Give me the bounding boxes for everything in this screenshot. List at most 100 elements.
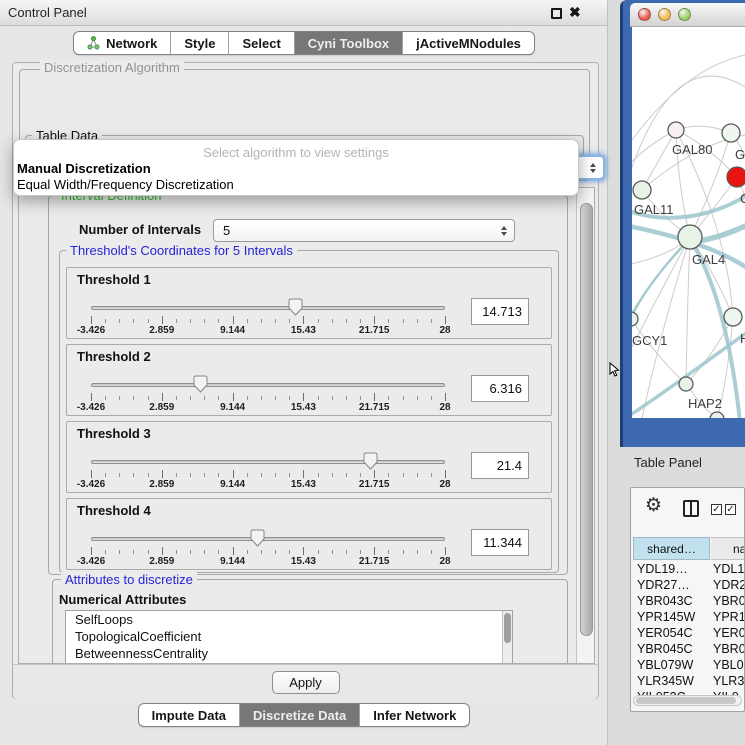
threshold-2-slider-thumb[interactable] [193,375,208,393]
table-row[interactable]: YBR043C YBR0 [633,593,745,609]
table-row[interactable]: YDR27… YDR2 [633,577,745,593]
cell-name[interactable]: YDL1 [713,562,744,576]
network-node-gcy1[interactable] [632,312,638,326]
bottom-tab-infer-network[interactable]: Infer Network [359,704,469,726]
tab-cyni-toolbox[interactable]: Cyni Toolbox [294,32,402,54]
network-node-h[interactable] [724,308,742,326]
slider-ticks [91,547,445,556]
network-node-gal80[interactable] [668,122,684,138]
cell-name[interactable]: YER0 [713,626,745,640]
slider-axis-labels: -3.4262.8599.14415.4321.71528 [91,479,445,491]
threshold-2-value-field[interactable]: 6.316 [471,375,529,402]
cell-shared-name[interactable]: YER054C [637,626,709,640]
threshold-4-value-field[interactable]: 11.344 [471,529,529,556]
column-header-shared-name[interactable]: shared… [633,537,710,560]
close-icon[interactable]: ✖ [569,4,581,21]
mac-close-button[interactable] [638,8,651,21]
float-panel-icon[interactable] [551,8,562,19]
tab-label: jActiveMNodules [416,36,521,51]
combo-arrows-icon [590,163,596,173]
cell-shared-name[interactable]: YLR345W [637,674,709,688]
threshold-1-label: Threshold 1 [77,272,151,287]
mac-zoom-button[interactable] [678,8,691,21]
threshold-4-label: Threshold 4 [77,503,151,518]
table-row[interactable]: YLR345W YLR3 [633,673,745,689]
table-horizontal-scrollbar[interactable] [633,695,742,706]
table-horizontal-scrollbar-thumb[interactable] [636,697,736,704]
algorithm-option-equal-width-frequency-discretization[interactable]: Equal Width/Frequency Discretization [17,177,234,192]
tab-network[interactable]: Network [74,32,170,54]
threshold-1-slider-track[interactable] [91,306,445,310]
apply-bar: Apply [13,664,598,699]
bottom-tab-impute-data[interactable]: Impute Data [139,704,239,726]
apply-button[interactable]: Apply [272,671,340,694]
thresholds-group: Threshold's Coordinates for 5 Intervals … [59,250,559,573]
cell-shared-name[interactable]: YDL19… [637,562,709,576]
slider-axis-labels: -3.4262.8599.14415.4321.71528 [91,402,445,414]
tab-jactivemnodules[interactable]: jActiveMNodules [402,32,534,54]
tab-select[interactable]: Select [228,32,293,54]
cell-name[interactable]: YBR0 [713,594,745,608]
network-node-gal4[interactable] [678,225,702,249]
table-row[interactable]: YDL19… YDL1 [633,561,745,577]
attribute-item-topologicalcoefficient[interactable]: TopologicalCoefficient [66,628,512,645]
threshold-1-value-field[interactable]: 14.713 [471,298,529,325]
number-of-intervals-label: Number of Intervals [79,222,201,237]
tab-style[interactable]: Style [170,32,228,54]
cell-name[interactable]: YDR2 [713,578,745,592]
settings-scrollpane: Interval Definition Number of Intervals … [18,187,595,664]
algorithm-dropdown-popup: Select algorithm to view settings Manual… [13,139,579,196]
network-node-hap2[interactable] [679,377,693,391]
number-of-intervals-combobox[interactable]: 5 [213,219,515,242]
attributes-list-scrollbar[interactable] [502,611,512,664]
attribute-item-betweennesscentrality[interactable]: BetweennessCentrality [66,645,512,662]
attribute-item-selfloops[interactable]: SelfLoops [66,611,512,628]
table-panel-title: Table Panel [634,455,702,470]
cell-shared-name[interactable]: YBR045C [637,642,709,656]
cell-shared-name[interactable]: YBL079W [637,658,709,672]
attributes-list-scrollbar-thumb[interactable] [504,613,511,643]
columns-icon[interactable] [683,500,699,517]
bottom-tab-discretize-data[interactable]: Discretize Data [239,704,359,726]
threshold-3-slider-thumb[interactable] [363,452,378,470]
threshold-2-slider-track[interactable] [91,383,445,387]
network-node-label: GAL80 [672,142,712,157]
table-row[interactable]: YPR145W YPR1 [633,609,745,625]
network-node-c[interactable] [727,167,745,187]
cell-shared-name[interactable]: YPR145W [637,610,709,624]
cell-name[interactable]: YBR0 [713,642,745,656]
threshold-4-slider-thumb[interactable] [250,529,265,547]
table-row[interactable]: YER054C YER0 [633,625,745,641]
table-row[interactable]: YBR045C YBR0 [633,641,745,657]
cell-shared-name[interactable]: YDR27… [637,578,709,592]
algorithm-option-manual-discretization[interactable]: Manual Discretization [17,161,151,176]
threshold-4-slider-track[interactable] [91,537,445,541]
checkbox-icon[interactable]: ✓ [711,504,722,515]
network-window-titlebar [630,3,745,27]
mac-minimize-button[interactable] [658,8,671,21]
network-node-gal11[interactable] [633,181,651,199]
cell-shared-name[interactable]: YBR043C [637,594,709,608]
threshold-3-value-field[interactable]: 21.4 [471,452,529,479]
settings-vertical-scrollbar-thumb[interactable] [580,203,593,636]
cell-name[interactable]: YBL0 [713,658,744,672]
checkbox-icon[interactable]: ✓ [725,504,736,515]
gear-icon[interactable]: ⚙ [645,496,662,515]
top-tab-row: NetworkStyleSelectCyni Toolbox jActiveMNo… [0,31,608,55]
mouse-cursor [609,362,620,377]
network-node-g[interactable] [722,124,740,142]
network-node-label: GAL4 [692,252,725,267]
network-node-unlabeled[interactable] [710,412,724,418]
bottom-tab-row: Impute DataDiscretize DataInfer Network [0,703,608,727]
cell-name[interactable]: YLR3 [713,674,744,688]
threshold-3-slider-track[interactable] [91,460,445,464]
number-of-intervals-value: 5 [223,223,230,238]
cell-name[interactable]: YPR1 [713,610,745,624]
threshold-1-slider-thumb[interactable] [288,298,303,316]
settings-vertical-scrollbar[interactable] [576,188,595,664]
network-node-label: H [740,331,745,346]
network-canvas[interactable]: GAL80G.CGAL11GAL4GCY1HHAP2 [632,27,745,418]
screen: Control Panel ✖ NetworkStyleSelectCyni T… [0,0,745,745]
column-header-name[interactable]: na [711,537,745,560]
table-row[interactable]: YBL079W YBL0 [633,657,745,673]
